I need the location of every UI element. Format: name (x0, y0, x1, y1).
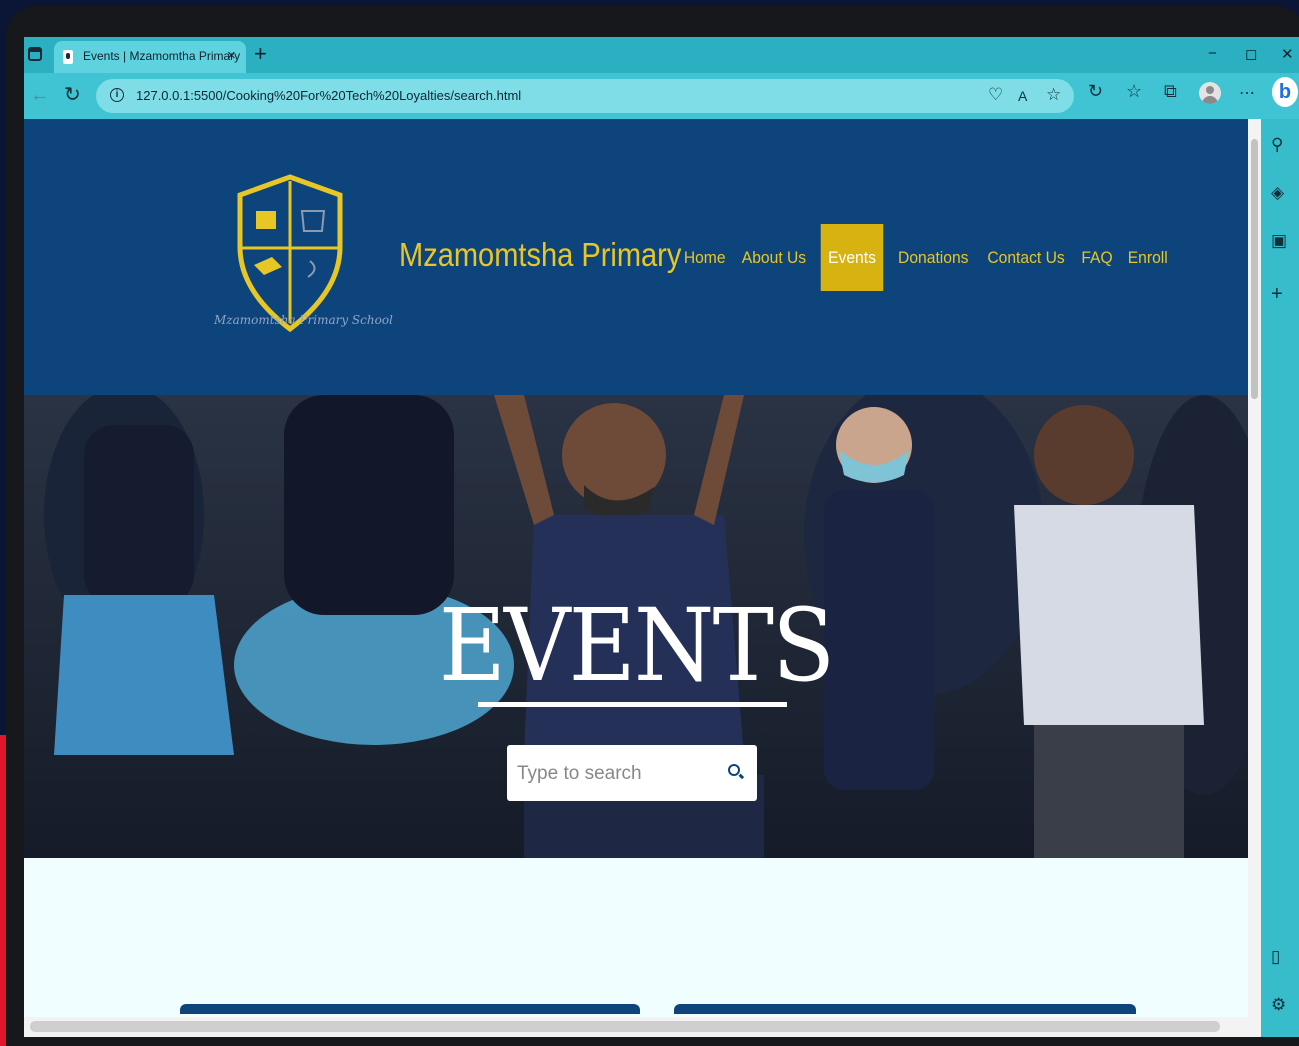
nav-donations[interactable]: Donations (893, 224, 974, 291)
read-aloud-icon[interactable]: A (1018, 88, 1027, 104)
horizontal-scroll-thumb[interactable] (30, 1021, 1220, 1032)
add-favorite-icon[interactable]: ☆ (1046, 85, 1061, 105)
horizontal-scrollbar[interactable] (24, 1017, 1248, 1037)
collections-icon[interactable]: ⧉ (1164, 81, 1177, 102)
close-window-button[interactable]: ✕ (1281, 45, 1294, 63)
nav-enroll[interactable]: Enroll (1122, 224, 1173, 291)
search-box (507, 745, 757, 801)
new-tab-button[interactable]: + (254, 41, 267, 67)
site-info-icon[interactable]: i (110, 88, 124, 102)
favicon-icon (63, 50, 73, 64)
nav-faq[interactable]: FAQ (1076, 224, 1118, 291)
browser-window: Events | Mzamomtha Primary × + − ◻ ✕ ← ↻… (24, 37, 1299, 1037)
tab-title: Events | Mzamomtha Primary (83, 49, 241, 63)
school-crest-icon[interactable] (218, 173, 363, 333)
tab-strip: Events | Mzamomtha Primary × + − ◻ ✕ (24, 37, 1299, 73)
sidebar-settings-icon[interactable]: ⚙ (1271, 995, 1286, 1015)
vertical-scrollbar[interactable] (1248, 119, 1261, 1037)
site-header: Mzamomtsha Primary School Mzamomtsha Pri… (24, 119, 1248, 395)
nav-about-us[interactable]: About Us (737, 224, 812, 291)
site-brand-name[interactable]: Mzamomtsha Primary (399, 236, 681, 274)
vertical-scroll-thumb[interactable] (1251, 139, 1258, 399)
event-card (180, 1004, 640, 1014)
hero-title: EVENTS (438, 587, 835, 704)
hero-banner: EVENTS (24, 395, 1248, 858)
web-page: Mzamomtsha Primary School Mzamomtsha Pri… (24, 119, 1248, 1037)
bing-icon[interactable]: b (1272, 77, 1298, 107)
search-input[interactable] (515, 759, 719, 789)
nav-contact-us[interactable]: Contact Us (982, 224, 1070, 291)
tab-actions-icon[interactable] (28, 47, 42, 61)
sidebar-panel-icon[interactable]: ▯ (1271, 947, 1280, 967)
tab-events[interactable]: Events | Mzamomtha Primary × (54, 41, 246, 73)
title-underline (478, 702, 787, 707)
back-arrow-icon[interactable]: ← (30, 83, 50, 107)
event-card (674, 1004, 1136, 1014)
nav-home[interactable]: Home (678, 224, 731, 291)
main-nav: Home About Us Events Donations Contact U… (676, 224, 1175, 291)
refresh-icon[interactable]: ↻ (64, 83, 81, 107)
nav-events[interactable]: Events (821, 224, 884, 291)
url-text[interactable]: 127.0.0.1:5500/Cooking%20For%20Tech%20Lo… (136, 88, 521, 103)
sidebar-search-icon[interactable]: ⚲ (1271, 135, 1283, 155)
restore-button[interactable]: ◻ (1245, 45, 1257, 63)
search-icon[interactable] (728, 764, 740, 776)
minimize-button[interactable]: − (1208, 45, 1217, 62)
sidebar-outlook-icon[interactable]: ▣ (1271, 231, 1287, 251)
tracking-prevention-icon[interactable]: ♡ (988, 85, 1003, 105)
more-options-icon[interactable]: ⋯ (1239, 83, 1255, 103)
address-bar[interactable]: i 127.0.0.1:5500/Cooking%20For%20Tech%20… (96, 79, 1074, 113)
copilot-icon[interactable]: ↻ (1088, 81, 1103, 102)
sidebar-add-icon[interactable]: + (1271, 283, 1283, 306)
sidebar-shopping-icon[interactable]: ◈ (1271, 183, 1284, 203)
favorites-icon[interactable]: ☆ (1126, 81, 1142, 102)
profile-avatar-icon[interactable] (1199, 82, 1221, 104)
tab-close-icon[interactable]: × (227, 47, 236, 64)
logo-caption: Mzamomtsha Primary School (214, 313, 393, 327)
navigation-bar: ← ↻ i 127.0.0.1:5500/Cooking%20For%20Tec… (24, 73, 1299, 119)
edge-sidebar: ⚲ ◈ ▣ + ▯ ⚙ (1261, 119, 1299, 1037)
